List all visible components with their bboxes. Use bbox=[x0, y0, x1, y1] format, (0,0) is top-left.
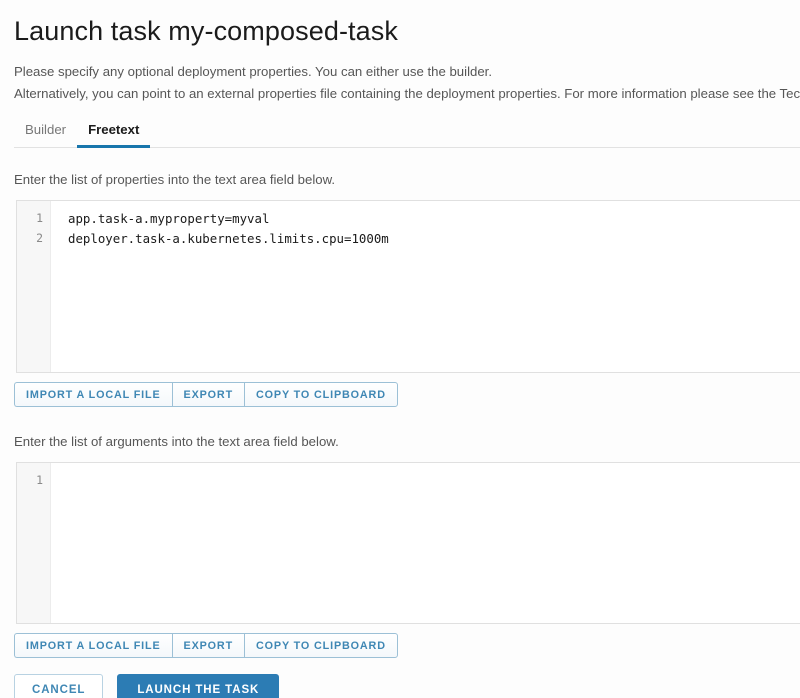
line-number: 1 bbox=[36, 473, 43, 487]
page-title: Launch task my-composed-task bbox=[14, 16, 398, 46]
line-number: 1 bbox=[36, 211, 43, 225]
arguments-button-group: IMPORT A LOCAL FILE EXPORT COPY TO CLIPB… bbox=[14, 633, 398, 658]
properties-button-group: IMPORT A LOCAL FILE EXPORT COPY TO CLIPB… bbox=[14, 382, 398, 407]
line-number: 2 bbox=[36, 230, 43, 245]
arguments-label: Enter the list of arguments into the tex… bbox=[14, 434, 339, 449]
arguments-gutter: 1 bbox=[17, 463, 51, 623]
export-button[interactable]: EXPORT bbox=[171, 633, 245, 658]
import-a-local-file-button[interactable]: IMPORT A LOCAL FILE bbox=[14, 633, 172, 658]
code-line: deployer.task-a.kubernetes.limits.cpu=10… bbox=[68, 230, 389, 246]
arguments-editor[interactable]: 1 bbox=[16, 462, 800, 624]
launch-task-page: Launch task my-composed-task Please spec… bbox=[0, 0, 800, 698]
copy-to-clipboard-button[interactable]: COPY TO CLIPBOARD bbox=[244, 382, 398, 407]
intro-line-1: Please specify any optional deployment p… bbox=[14, 64, 492, 79]
export-button[interactable]: EXPORT bbox=[171, 382, 245, 407]
cancel-button[interactable]: CANCEL bbox=[14, 674, 104, 698]
tab-freetext[interactable]: Freetext bbox=[77, 119, 151, 148]
launch-the-task-button[interactable]: LAUNCH THE TASK bbox=[117, 674, 280, 698]
properties-editor[interactable]: 1 2 app.task-a.myproperty=myval deployer… bbox=[16, 200, 800, 373]
arguments-code-area[interactable] bbox=[52, 463, 800, 623]
properties-label: Enter the list of properties into the te… bbox=[14, 172, 336, 187]
tab-builder[interactable]: Builder bbox=[14, 119, 77, 148]
copy-to-clipboard-button[interactable]: COPY TO CLIPBOARD bbox=[244, 633, 398, 658]
properties-gutter: 1 2 bbox=[17, 201, 51, 372]
intro-line-2: Alternatively, you can point to an exter… bbox=[14, 86, 800, 101]
intro-text: Please specify any optional deployment p… bbox=[0, 49, 800, 105]
import-a-local-file-button[interactable]: IMPORT A LOCAL FILE bbox=[14, 382, 172, 407]
code-line: app.task-a.myproperty=myval bbox=[68, 211, 270, 226]
form-actions: CANCEL LAUNCH THE TASK bbox=[14, 674, 800, 698]
tab-bar: Builder Freetext bbox=[0, 119, 800, 148]
properties-code-area[interactable]: app.task-a.myproperty=myval deployer.tas… bbox=[52, 201, 800, 372]
